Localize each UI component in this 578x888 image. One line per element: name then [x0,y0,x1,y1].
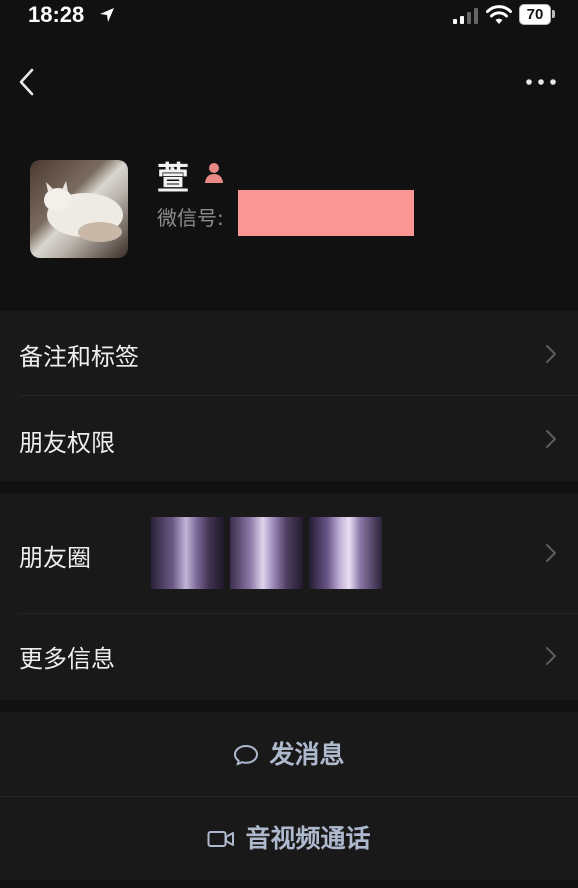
moments-thumbnail [151,517,224,589]
moments-thumbnail [309,517,382,589]
chevron-right-icon [546,544,556,562]
row-more-info[interactable]: 更多信息 [0,614,578,700]
battery-icon: 70 [519,4,555,25]
moments-thumbnail [230,517,303,589]
chat-bubble-icon [234,744,259,766]
female-person-icon [205,163,223,183]
send-message-button[interactable]: 发消息 [0,712,578,796]
row-label: 朋友圈 [19,544,91,572]
row-friend-permissions[interactable]: 朋友权限 [0,396,578,481]
profile-header: 萱 微信号: [0,140,578,290]
battery-level: 70 [519,4,551,25]
send-message-label: 发消息 [269,740,345,769]
row-label: 更多信息 [19,645,115,673]
chevron-right-icon [546,430,556,448]
video-call-button[interactable]: 音视频通话 [0,796,578,880]
chevron-left-icon[interactable] [14,64,40,100]
row-label: 备注和标签 [19,343,139,371]
video-camera-icon [207,831,235,847]
status-bar: 18:28 70 [0,0,578,32]
more-horizontal-icon[interactable] [524,72,558,92]
chevron-right-icon [546,345,556,363]
row-moments[interactable]: 朋友圈 [0,493,578,613]
wifi-icon [486,5,512,24]
row-label: 朋友权限 [19,429,115,457]
status-time: 18:28 [28,2,85,27]
wechat-id-redacted [238,190,414,236]
actions-card: 发消息 音视频通话 [0,712,578,880]
video-call-label: 音视频通话 [245,824,371,853]
info-card: 朋友圈 更多信息 [0,493,578,700]
settings-card: 备注和标签 朋友权限 [0,311,578,481]
row-remark-tags[interactable]: 备注和标签 [0,311,578,396]
chevron-right-icon [546,647,556,665]
cellular-signal-icon [453,8,478,24]
location-arrow-icon [100,8,114,22]
avatar[interactable] [30,160,128,258]
contact-name: 萱 [157,159,190,197]
wechat-id-label: 微信号: [157,206,224,230]
nav-bar [0,62,578,102]
